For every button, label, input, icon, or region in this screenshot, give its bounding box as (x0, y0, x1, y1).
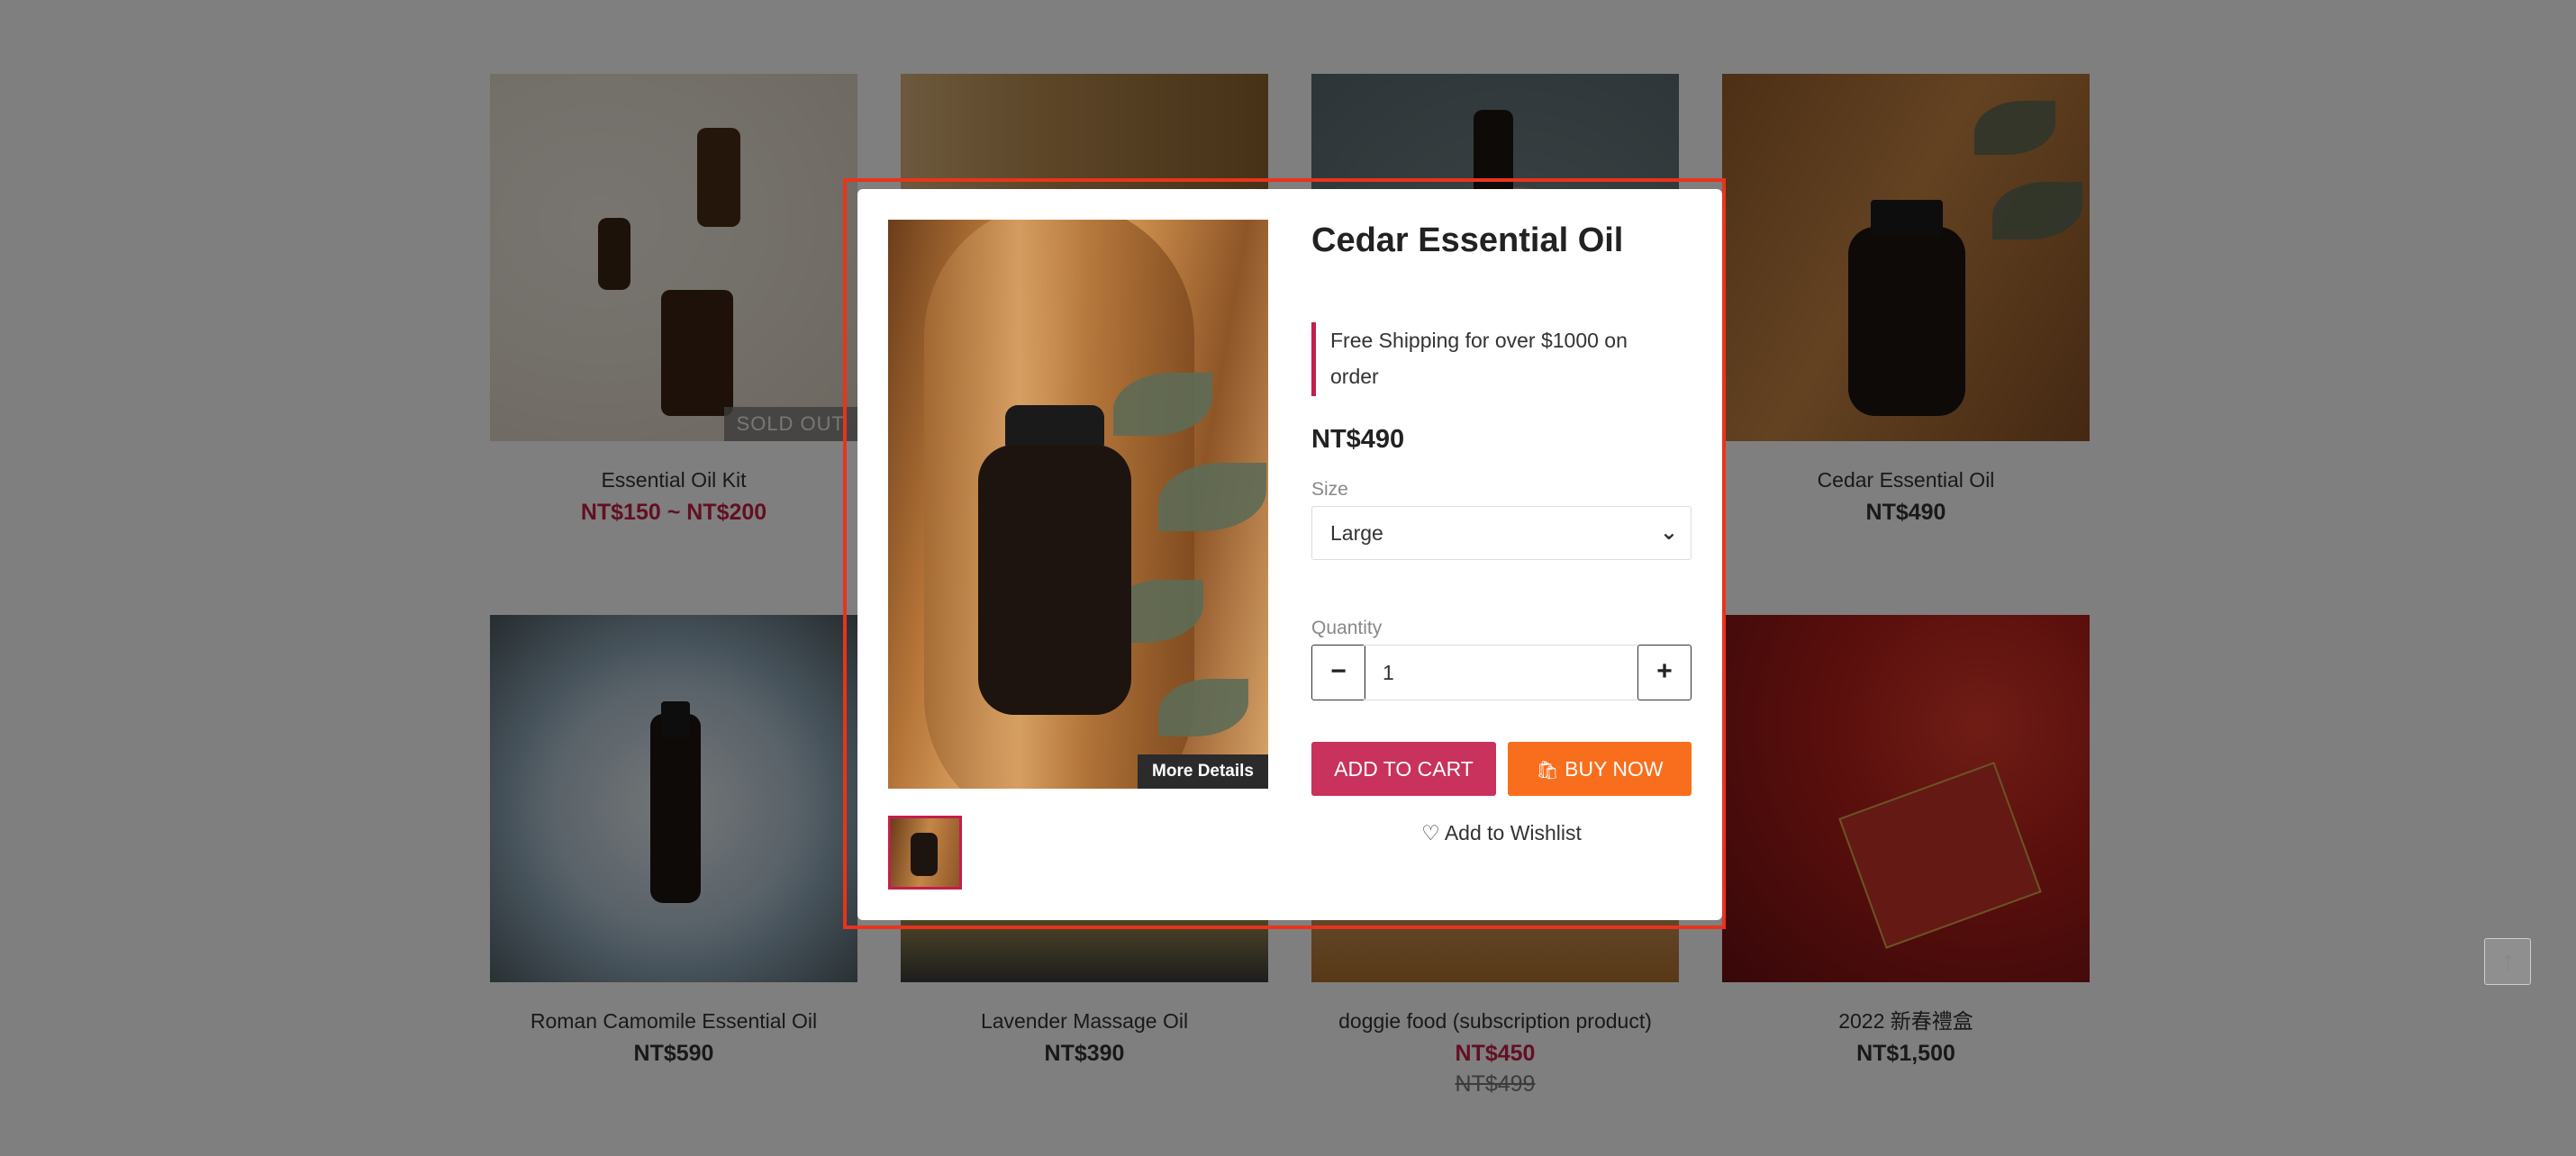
buy-now-button[interactable]: 🛍 BUY NOW (1508, 742, 1692, 796)
promo-message: Free Shipping for over $1000 on order (1311, 322, 1672, 396)
size-select[interactable]: Large ⌄ (1311, 506, 1692, 560)
wishlist-label: Add to Wishlist (1444, 821, 1582, 844)
arrow-up-icon: ↑ (2500, 946, 2515, 976)
size-select-value: Large (1330, 521, 1383, 545)
bottle-image (911, 833, 938, 876)
chevron-down-icon: ⌄ (1659, 520, 1678, 545)
product-title: Cedar Essential Oil (1311, 221, 1624, 259)
shopping-bag-icon: 🛍 (1536, 761, 1559, 781)
size-label: Size (1311, 479, 1348, 500)
quick-view-modal: More Details Cedar Essential Oil Free Sh… (857, 189, 1722, 920)
add-to-cart-button[interactable]: ADD TO CART (1311, 742, 1496, 796)
back-to-top-button[interactable]: ↑ (2484, 938, 2531, 985)
heart-icon: ♡ (1421, 821, 1440, 844)
decrease-quantity-button[interactable]: − (1311, 645, 1365, 700)
quantity-stepper: − 1 + (1311, 645, 1692, 700)
more-details-button[interactable]: More Details (1138, 754, 1268, 789)
quantity-input[interactable]: 1 (1364, 645, 1639, 700)
product-main-image[interactable]: More Details (888, 220, 1268, 789)
bottle-image (978, 445, 1131, 715)
buy-now-label: BUY NOW (1565, 757, 1664, 781)
product-thumbnail[interactable] (888, 816, 962, 890)
product-price: NT$490 (1311, 425, 1405, 454)
quantity-label: Quantity (1311, 618, 1383, 638)
add-to-wishlist-button[interactable]: ♡ Add to Wishlist (1311, 821, 1692, 845)
increase-quantity-button[interactable]: + (1637, 645, 1692, 700)
add-to-cart-label: ADD TO CART (1334, 757, 1474, 781)
